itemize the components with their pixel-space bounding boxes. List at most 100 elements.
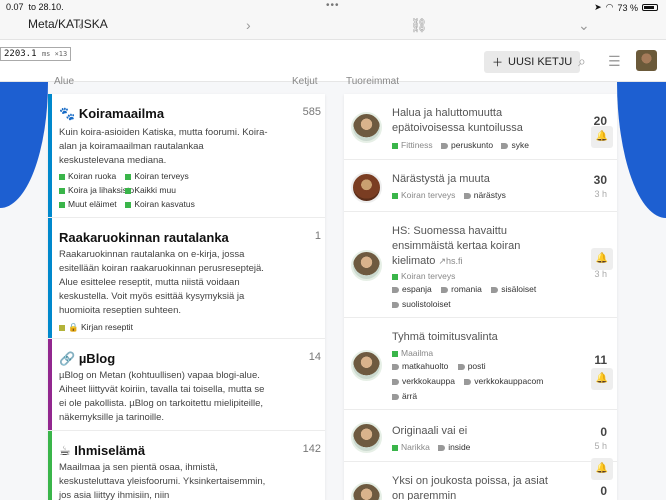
plus-icon: ＋ <box>492 57 503 69</box>
topic-age: 5 h <box>594 441 607 451</box>
topic-title[interactable]: Halua ja haluttomuutta epätoivoisessa ku… <box>392 106 562 136</box>
new-topic-label: UUSI KETJU <box>508 56 573 68</box>
site-title[interactable]: Meta/KATISKA <box>28 17 108 31</box>
topic-tag[interactable]: matkahuolto <box>392 359 448 374</box>
topic-reply-count: 30 <box>593 173 607 187</box>
subcategory-link[interactable]: Muut eläimet <box>59 199 123 209</box>
category-topic-count: 14 <box>308 351 321 363</box>
category-row-ihmiselama[interactable]: ☕ Ihmiselämä 142 Maailmaa ja sen pientä … <box>48 431 325 500</box>
avatar[interactable] <box>351 112 382 143</box>
topic-tag[interactable]: närästys <box>464 190 506 200</box>
forward-chevron-icon[interactable]: › <box>246 17 251 33</box>
status-indicators: ➤ ◠ 73 % <box>594 2 658 13</box>
link-icon: 🔗 <box>59 351 76 366</box>
subcategory-link[interactable]: Koiran terveys <box>125 171 199 181</box>
categories-column-header: Alue <box>54 76 75 87</box>
topic-title[interactable]: Originaali vai ei <box>392 424 562 439</box>
topic-category-and-tags: Fittiness peruskunto syke <box>392 140 529 150</box>
topic-category[interactable]: Narikka <box>401 442 430 452</box>
category-name[interactable]: ☕ Ihmiselämä <box>59 443 145 459</box>
topic-tag[interactable]: posti <box>458 359 486 374</box>
topic-row[interactable]: Halua ja haluttomuutta epätoivoisessa ku… <box>344 94 617 160</box>
topic-tag[interactable]: romania <box>441 282 482 297</box>
status-time: 0.07 to 28.10. <box>6 2 64 12</box>
category-name-text: µBlog <box>78 351 116 366</box>
topic-domain[interactable]: hs.fi <box>446 256 463 266</box>
subcategory-link[interactable]: 🔒 Kirjan reseptit <box>59 322 133 333</box>
latest-column-header: Tuoreimmat <box>346 76 399 87</box>
topic-tags: matkahuolto posti verkkokauppa verkkokau… <box>392 359 562 404</box>
topic-reply-count: 11 <box>594 353 607 367</box>
category-name-text: Ihmiselämä <box>74 443 146 458</box>
topic-category[interactable]: Fittiness <box>401 140 433 150</box>
category-row-ublog[interactable]: 🔗 µBlog 14 µBlog on Metan (kohtuullisen)… <box>48 339 325 431</box>
topic-title[interactable]: HS: Suomessa havaittu ensimmäistä kertaa… <box>392 224 562 269</box>
topic-title[interactable]: Yksi on joukosta poissa, ja asiat on par… <box>392 474 562 500</box>
topic-tag[interactable]: ärrä <box>392 389 417 404</box>
status-clock: 0.07 <box>6 2 24 12</box>
avatar[interactable] <box>351 172 382 203</box>
new-topic-button[interactable]: ＋ UUSI KETJU <box>484 51 581 73</box>
avatar[interactable] <box>351 422 382 453</box>
category-name[interactable]: 🔗 µBlog <box>59 351 115 367</box>
paw-icon: 🐾 <box>59 106 76 121</box>
wifi-icon: ◠ <box>605 2 614 12</box>
topic-row[interactable]: Yksi on joukosta poissa, ja asiat on par… <box>344 458 617 500</box>
bell-icon[interactable]: 🔔 <box>591 458 613 480</box>
link-icon[interactable]: ⛓ <box>410 17 428 34</box>
topic-tag[interactable]: espanja <box>392 282 432 297</box>
topic-tag[interactable]: inside <box>438 442 470 452</box>
topic-tag[interactable]: verkkokauppacom <box>464 374 543 389</box>
topic-category[interactable]: Maailma <box>392 348 433 358</box>
hamburger-menu-icon[interactable]: ☰ <box>608 53 621 70</box>
category-color-bar <box>48 94 52 217</box>
topic-row[interactable]: Tyhmä toimitusvalinta Maailma matkahuolt… <box>344 318 617 410</box>
topic-tag[interactable]: suolistoloiset <box>392 297 451 312</box>
search-icon[interactable]: ⌕ <box>578 53 586 70</box>
category-description: Maailmaa ja sen pientä osaa, ihmistä, ke… <box>59 462 266 500</box>
bell-icon[interactable]: 🔔 <box>591 368 613 390</box>
bell-icon[interactable]: 🔔 <box>591 126 613 148</box>
battery-icon <box>642 4 658 11</box>
chevron-down-icon[interactable]: ⌄ <box>578 17 590 34</box>
topic-category-and-tags: Narikka inside <box>392 442 470 452</box>
topic-category[interactable]: Koiran terveys <box>392 271 455 281</box>
bell-icon[interactable]: 🔔 <box>591 248 613 270</box>
subcategory-list: Koiran ruoka Koiran terveys Koira ja lih… <box>59 171 259 213</box>
topic-tag[interactable]: verkkokauppa <box>392 374 455 389</box>
topic-category[interactable]: Koiran terveys <box>401 190 455 200</box>
topics-column-header: Ketjut <box>292 76 318 87</box>
category-name-text: Koiramaailma <box>78 106 165 121</box>
avatar[interactable] <box>351 350 382 381</box>
user-avatar[interactable] <box>636 50 657 71</box>
topic-tags: espanja romania sisäloiset suolistoloise… <box>392 282 562 312</box>
category-row-raakaruokinta[interactable]: Raakaruokinnan rautalanka 1 Raakaruokinn… <box>48 218 325 339</box>
topic-row[interactable]: HS: Suomessa havaittu ensimmäistä kertaa… <box>344 212 617 318</box>
subcategory-link[interactable]: Koira ja lihaksisto <box>59 185 134 195</box>
category-name[interactable]: Raakaruokinnan rautalanka <box>59 230 229 245</box>
category-row-koiramaailma[interactable]: 🐾 Koiramaailma 585 Kuin koira-asioiden K… <box>48 94 325 218</box>
category-description: Raakaruokinnan rautalanka on e-kirja, jo… <box>59 249 264 316</box>
subcategory-link[interactable]: Kaikki muu <box>125 185 199 195</box>
category-name[interactable]: 🐾 Koiramaailma <box>59 106 164 122</box>
topic-row[interactable]: Närästystä ja muuta Koiran terveys näräs… <box>344 160 617 212</box>
topic-row[interactable]: Originaali vai ei Narikka inside 0 5 h <box>344 410 617 462</box>
topic-tag[interactable]: peruskunto <box>441 140 493 150</box>
location-icon: ➤ <box>594 2 602 12</box>
background-swoosh-right <box>617 82 666 218</box>
category-color-bar <box>48 218 52 338</box>
avatar[interactable] <box>351 250 382 281</box>
multitask-dots-icon[interactable]: ••• <box>326 0 340 11</box>
topic-category-and-tags: Koiran terveys närästys <box>392 190 506 200</box>
topic-tag[interactable]: syke <box>501 140 528 150</box>
topic-title[interactable]: Tyhmä toimitusvalinta <box>392 330 562 345</box>
performance-counter: 2203.1 ms ×13 <box>0 47 72 61</box>
subcategory-link[interactable]: Koiran kasvatus <box>125 199 199 209</box>
category-description: µBlog on Metan (kohtuullisen) vapaa blog… <box>59 370 265 423</box>
category-color-bar <box>48 431 52 500</box>
category-color-bar <box>48 339 52 430</box>
topic-title[interactable]: Närästystä ja muuta <box>392 172 562 187</box>
topic-tag[interactable]: sisäloiset <box>491 282 536 297</box>
subcategory-link[interactable]: Koiran ruoka <box>59 171 123 181</box>
avatar[interactable] <box>351 482 382 500</box>
